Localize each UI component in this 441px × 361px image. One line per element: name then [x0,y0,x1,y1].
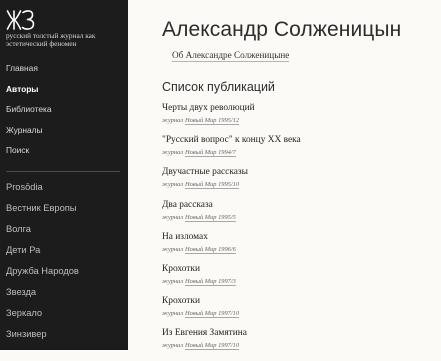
publication-meta: журнал Новый Мир 1995/12 [162,117,432,125]
publication-meta: журнал Новый Мир 1997/10 [162,342,432,351]
journal-list: Prosōdia Вестник Европы Волга Дети Ра Др… [6,181,126,349]
publication-meta: журнал Новый Мир 1995/5 [162,213,432,222]
publication-item: Из Евгения Замятина журнал Новый Мир 1997… [162,328,432,360]
publication-issue-link[interactable]: Новый Мир 1994/7 [185,149,236,158]
journal-link[interactable]: Вестник Европы [6,202,126,223]
publication-issue-link[interactable]: Новый Мир 1997/3 [185,277,236,286]
publication-item: Два рассказа журнал Новый Мир 1995/5 [162,200,432,232]
sidebar: русский толстый журнал как эстетический … [0,0,128,350]
publication-item: Двучастные рассказы журнал Новый Мир 1995… [162,167,432,199]
publication-meta: журнал Новый Мир 1996/6 [162,245,432,254]
publication-item: Крохотки журнал Новый Мир 1997/10 [162,296,432,328]
publication-issue-link[interactable]: Новый Мир 1995/5 [185,213,236,222]
site-tagline: русский толстый журнал как эстетический … [6,31,96,49]
sidebar-divider [6,171,120,172]
site-logo[interactable] [6,9,36,31]
publication-list: Черты двух революций журнал Новый Мир 199… [162,103,432,361]
publication-title-link[interactable]: "Русский вопрос" к концу XX века [162,135,432,146]
nav-item-search[interactable]: Поиск [6,144,126,165]
publication-title-link[interactable]: Крохотки [162,296,432,307]
journal-link[interactable]: Prosōdia [6,181,126,202]
about-author-link[interactable]: Об Александре Солженицыне [172,50,290,62]
journal-link[interactable]: Звезда [6,286,126,307]
publication-meta-label: журнал [162,181,184,189]
publication-item: Черты двух революций журнал Новый Мир 199… [162,103,432,135]
publication-meta-label: журнал [162,213,184,221]
publication-item: Крохотки журнал Новый Мир 1997/3 [162,264,432,296]
nav-item-authors[interactable]: Авторы [6,83,126,104]
publication-title-link[interactable]: Крохотки [162,264,432,275]
publication-meta-label: журнал [162,342,184,350]
publication-meta: журнал Новый Мир 1995/10 [162,181,432,190]
publication-meta-label: журнал [162,117,184,124]
publication-title-link[interactable]: Из Евгения Замятина [162,328,432,339]
publication-meta: журнал Новый Мир 1994/7 [162,149,432,158]
journal-link[interactable]: Зинзивер [6,328,126,349]
publication-meta-label: журнал [162,245,184,253]
journal-link[interactable]: Зеркало [6,307,126,328]
publication-issue-link[interactable]: Новый Мир 1997/10 [185,310,240,319]
publication-issue-link[interactable]: Новый Мир 1995/12 [185,117,240,125]
main-content: Александр Солженицын Об Александре Солже… [162,0,441,351]
publication-meta-label: журнал [162,149,184,157]
publication-item: На изломах журнал Новый Мир 1996/6 [162,232,432,264]
main-nav: Главная Авторы Библиотека Журналы Поиск [6,62,126,165]
journal-link[interactable]: Волга [6,223,126,244]
publication-issue-link[interactable]: Новый Мир 1997/10 [185,342,240,351]
nav-item-home[interactable]: Главная [6,62,126,83]
publication-item: "Русский вопрос" к концу XX века журнал Н… [162,135,432,167]
journal-link[interactable]: Дети Ра [6,244,126,265]
publication-issue-link[interactable]: Новый Мир 1995/10 [185,181,240,190]
publications-heading: Список публикаций [162,80,275,94]
publication-meta: журнал Новый Мир 1997/10 [162,310,432,319]
publication-title-link[interactable]: Черты двух революций [162,103,432,114]
page-title: Александр Солженицын [162,18,402,41]
publication-title-link[interactable]: Два рассказа [162,200,432,211]
publication-meta-label: журнал [162,277,184,285]
publication-title-link[interactable]: На изломах [162,232,432,243]
journal-link[interactable]: Дружба Народов [6,265,126,286]
publication-meta-label: журнал [162,310,184,318]
nav-item-journals[interactable]: Журналы [6,124,126,145]
publication-meta: журнал Новый Мир 1997/3 [162,277,432,286]
nav-item-library[interactable]: Библиотека [6,103,126,124]
publication-issue-link[interactable]: Новый Мир 1996/6 [185,245,236,254]
publication-title-link[interactable]: Двучастные рассказы [162,167,432,178]
